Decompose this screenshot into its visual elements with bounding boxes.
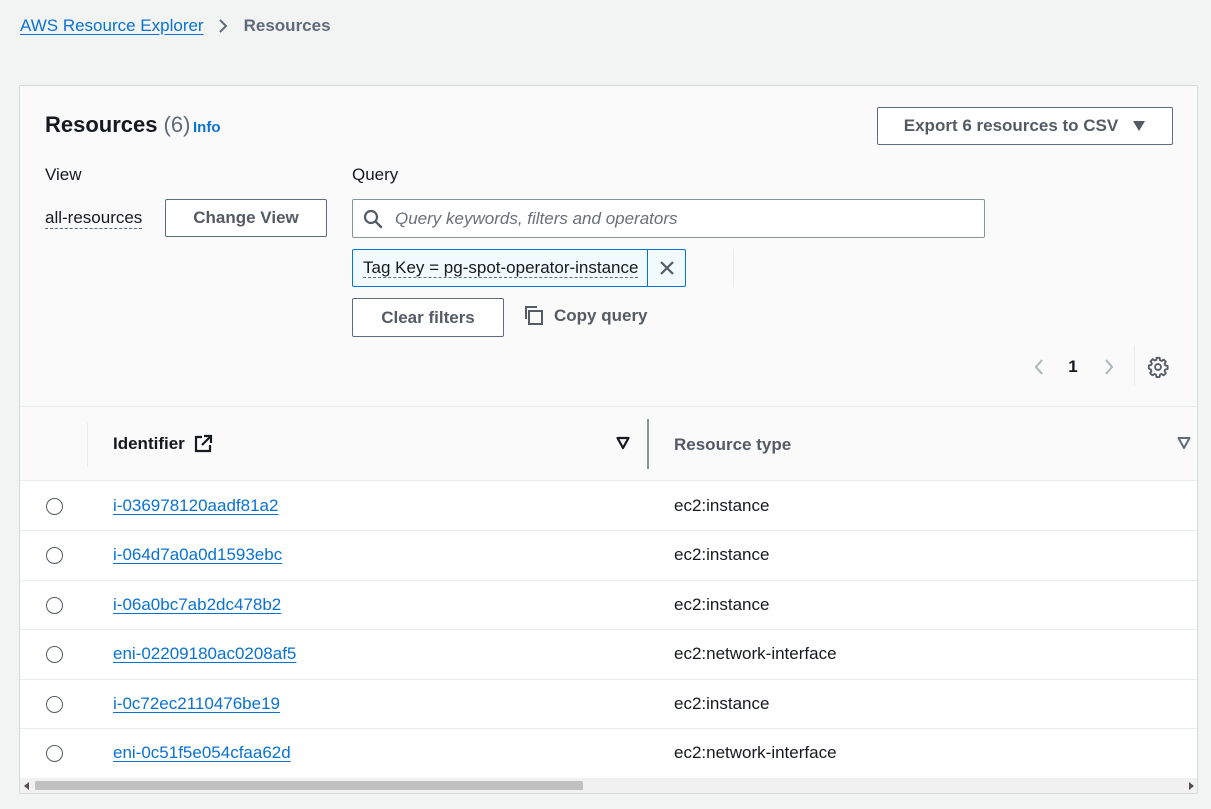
breadcrumb-current: Resources xyxy=(243,16,331,35)
breadcrumb: AWS Resource Explorer Resources xyxy=(20,16,331,36)
chevron-left-icon xyxy=(1033,358,1045,376)
page-title: Resources (6) xyxy=(45,112,190,138)
export-csv-label: Export 6 resources to CSV xyxy=(903,116,1119,135)
copy-query-label: Copy query xyxy=(554,305,648,325)
resource-identifier-link[interactable]: eni-0c51f5e054cfaa62d xyxy=(113,743,291,763)
table-row: i-064d7a0a0d1593ebc ec2:instance xyxy=(20,531,1197,581)
change-view-button[interactable]: Change View xyxy=(165,199,327,237)
gear-icon xyxy=(1147,356,1169,378)
resource-type: ec2:network-interface xyxy=(674,644,837,664)
remove-filter-button[interactable] xyxy=(648,250,685,286)
resource-type: ec2:instance xyxy=(674,496,770,515)
query-label: Query xyxy=(352,165,399,184)
view-label: View xyxy=(45,165,82,184)
column-header-identifier[interactable]: Identifier xyxy=(113,434,213,454)
sort-identifier-icon[interactable] xyxy=(616,436,630,450)
caret-down-icon xyxy=(1132,120,1146,132)
external-link-icon xyxy=(193,434,213,454)
query-input[interactable] xyxy=(393,207,953,230)
filter-token: Tag Key = pg-spot-operator-instance xyxy=(352,249,687,287)
resource-identifier-link[interactable]: i-0c72ec2110476be19 xyxy=(113,694,280,714)
column-header-identifier-label: Identifier xyxy=(113,434,185,453)
resource-identifier-link[interactable]: i-036978120aadf81a2 xyxy=(113,496,278,516)
breadcrumb-root-link[interactable]: AWS Resource Explorer xyxy=(20,16,204,36)
export-csv-button[interactable]: Export 6 resources to CSV xyxy=(877,107,1173,145)
scroll-left-icon[interactable] xyxy=(23,781,33,791)
selection-column-divider xyxy=(87,423,88,467)
column-resizer[interactable] xyxy=(647,419,649,469)
filter-token-text: Tag Key = pg-spot-operator-instance xyxy=(363,258,639,278)
scroll-right-icon[interactable] xyxy=(1187,781,1197,791)
resource-identifier-link[interactable]: i-06a0bc7ab2dc478b2 xyxy=(113,595,281,615)
resources-panel: Resources (6) Info Export 6 resources to … xyxy=(19,85,1198,794)
next-page-button[interactable] xyxy=(1098,355,1120,379)
scrollbar-thumb[interactable] xyxy=(35,781,583,790)
row-select-radio[interactable] xyxy=(46,498,63,515)
page-title-text: Resources xyxy=(45,112,158,137)
column-header-resource-type[interactable]: Resource type xyxy=(674,435,791,455)
pager-divider xyxy=(1134,346,1135,386)
copy-query-button[interactable]: Copy query xyxy=(523,305,648,326)
search-icon xyxy=(363,209,383,229)
resource-identifier-link[interactable]: i-064d7a0a0d1593ebc xyxy=(113,545,282,565)
panel-header: Resources (6) Info Export 6 resources to … xyxy=(20,86,1197,407)
table-header: Identifier Resource type xyxy=(20,407,1197,481)
copy-icon xyxy=(523,305,544,326)
table-row: i-06a0bc7ab2dc478b2 ec2:instance xyxy=(20,580,1197,631)
horizontal-scrollbar[interactable] xyxy=(20,778,1197,793)
previous-page-button[interactable] xyxy=(1028,355,1050,379)
chevron-right-icon xyxy=(218,18,228,34)
table-settings-button[interactable] xyxy=(1145,354,1171,380)
filter-token-label[interactable]: Tag Key = pg-spot-operator-instance xyxy=(353,250,649,286)
table-row: i-0c72ec2110476be19 ec2:instance xyxy=(20,679,1197,729)
clear-filters-button[interactable]: Clear filters xyxy=(352,298,504,337)
sort-resource-type-icon[interactable] xyxy=(1177,436,1191,450)
table-row: eni-0c51f5e054cfaa62d ec2:network-interf… xyxy=(20,729,1197,779)
row-select-radio[interactable] xyxy=(46,646,63,664)
resource-count: (6) xyxy=(163,112,191,137)
info-link[interactable]: Info xyxy=(193,119,221,136)
query-search-box[interactable] xyxy=(352,199,985,238)
view-value[interactable]: all-resources xyxy=(45,208,143,229)
resource-type: ec2:network-interface xyxy=(674,743,837,762)
resource-type: ec2:instance xyxy=(674,594,770,614)
row-select-radio[interactable] xyxy=(46,745,63,762)
resource-type: ec2:instance xyxy=(674,693,770,713)
row-select-radio[interactable] xyxy=(46,547,63,565)
close-icon xyxy=(659,260,675,276)
row-select-radio[interactable] xyxy=(46,695,63,713)
resource-type: ec2:instance xyxy=(674,545,770,565)
current-page-number[interactable]: 1 xyxy=(1063,355,1083,379)
row-select-radio[interactable] xyxy=(46,596,63,614)
table-row: eni-02209180ac0208af5 ec2:network-interf… xyxy=(20,630,1197,680)
resource-identifier-link[interactable]: eni-02209180ac0208af5 xyxy=(113,644,296,664)
token-divider xyxy=(733,249,734,287)
table-row: i-036978120aadf81a2 ec2:instance xyxy=(20,482,1197,532)
chevron-right-icon xyxy=(1103,358,1115,376)
